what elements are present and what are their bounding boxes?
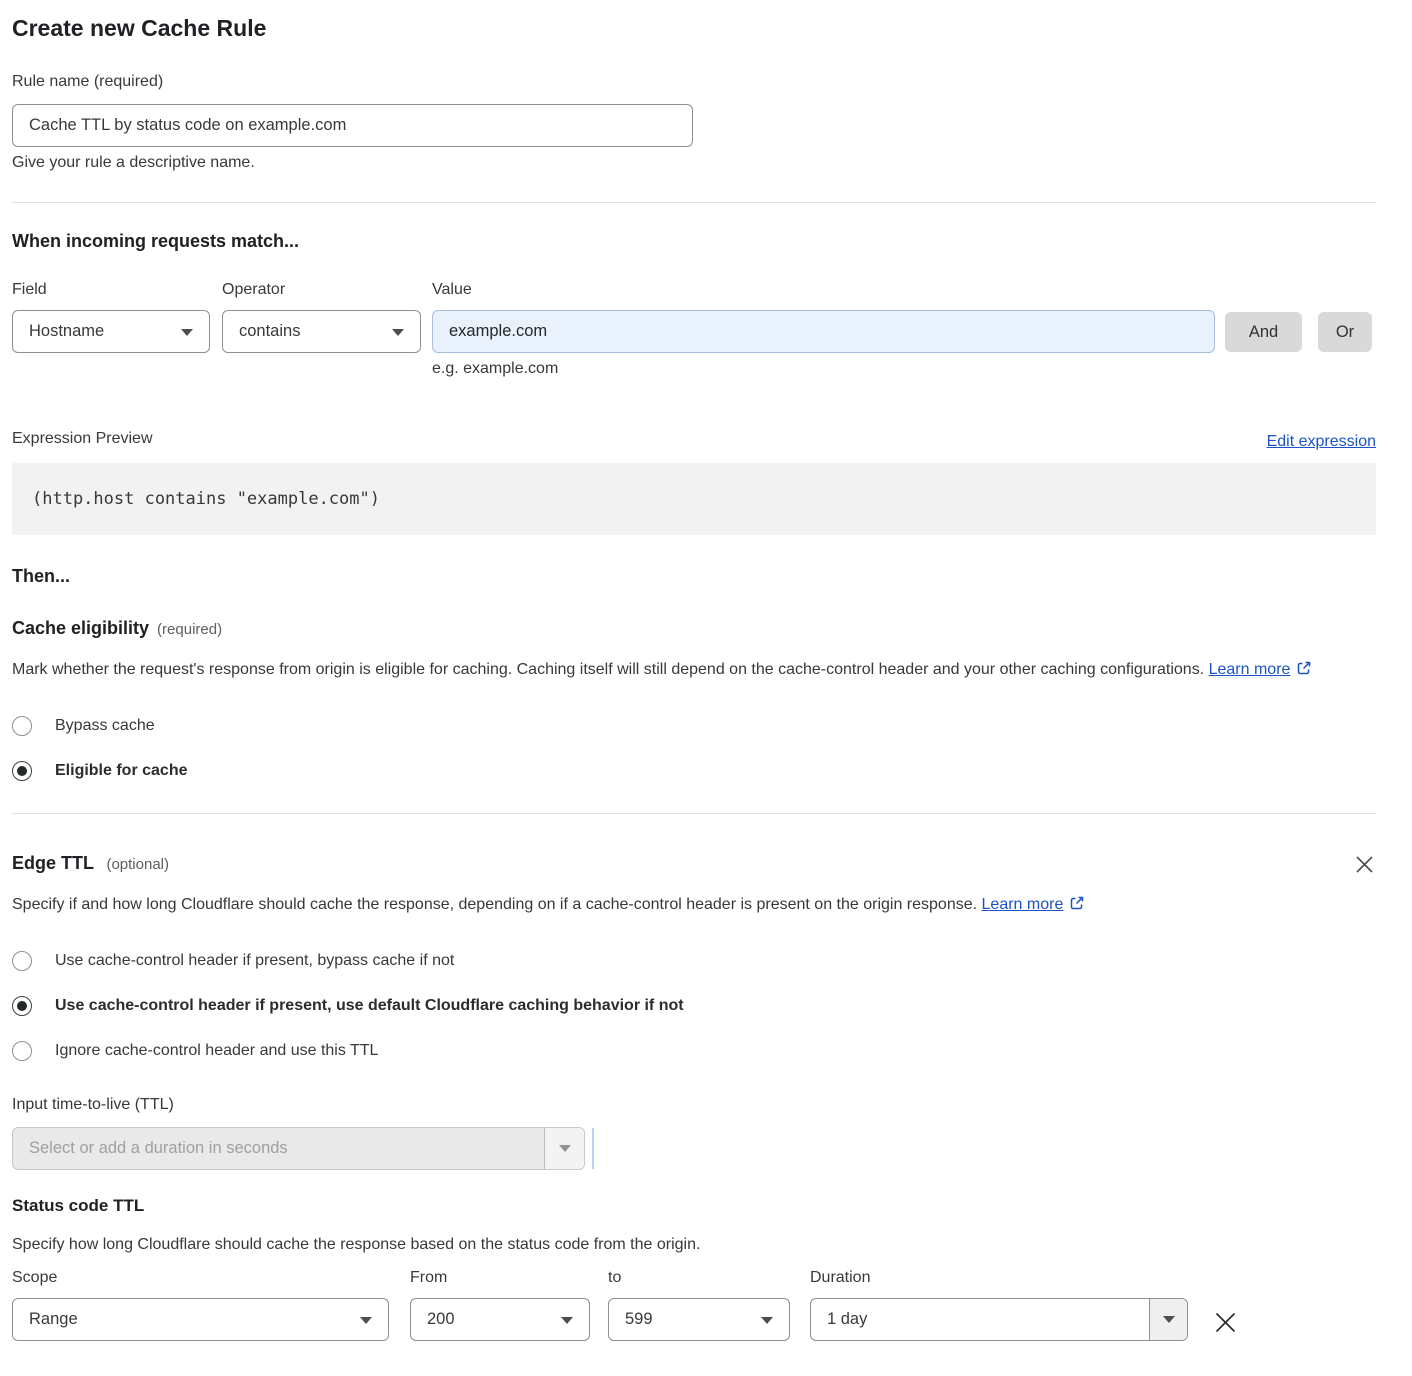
field-select-value: Hostname — [29, 322, 104, 341]
ttl-duration-placeholder: Select or add a duration in seconds — [13, 1128, 544, 1169]
field-select[interactable]: Hostname — [12, 310, 210, 353]
chevron-down-icon[interactable] — [544, 1128, 584, 1169]
radio-icon — [12, 761, 32, 781]
edge-ttl-qualifier: (optional) — [106, 856, 169, 873]
radio-icon — [12, 716, 32, 736]
chevron-down-icon — [360, 1317, 372, 1324]
or-button[interactable]: Or — [1318, 312, 1372, 352]
scope-select-value: Range — [29, 1310, 78, 1329]
chevron-down-icon — [761, 1317, 773, 1324]
cache-eligibility-qualifier: (required) — [157, 621, 222, 638]
from-select-value: 200 — [427, 1310, 455, 1329]
edge-ttl-description: Specify if and how long Cloudflare shoul… — [12, 891, 1117, 921]
status-code-ttl-row: Scope Range From 200 to 599 Duration 1 d… — [12, 1265, 1376, 1341]
radio-label: Use cache-control header if present, use… — [55, 997, 684, 1015]
status-code-ttl-description: Specify how long Cloudflare should cache… — [12, 1236, 1376, 1254]
ttl-input-label: Input time-to-live (TTL) — [12, 1092, 1376, 1117]
radio-label: Use cache-control header if present, byp… — [55, 952, 454, 970]
external-link-icon — [1296, 658, 1312, 686]
value-input[interactable] — [432, 310, 1215, 353]
expression-code-block: (http.host contains "example.com") — [12, 463, 1376, 535]
radio-icon — [12, 951, 32, 971]
radio-label: Eligible for cache — [55, 762, 187, 780]
expression-preview-label: Expression Preview — [12, 426, 153, 451]
scope-label: Scope — [12, 1265, 389, 1290]
external-link-icon — [1069, 893, 1085, 921]
then-heading: Then... — [12, 564, 1376, 588]
rule-name-input[interactable] — [12, 104, 693, 147]
from-label: From — [410, 1265, 590, 1290]
edge-ttl-description-text: Specify if and how long Cloudflare shoul… — [12, 896, 977, 913]
cache-eligibility-description: Mark whether the request's response from… — [12, 656, 1357, 686]
operator-select-value: contains — [239, 322, 300, 341]
cache-eligibility-learn-more-link[interactable]: Learn more — [1209, 661, 1291, 678]
radio-icon — [12, 1041, 32, 1061]
close-icon — [1355, 862, 1374, 877]
edge-ttl-close-button[interactable] — [1353, 853, 1376, 879]
to-select[interactable]: 599 — [608, 1298, 790, 1341]
chevron-down-icon — [392, 329, 404, 336]
radio-label: Ignore cache-control header and use this… — [55, 1042, 378, 1060]
focus-edge-artifact — [592, 1128, 594, 1169]
value-label: Value — [432, 277, 1215, 302]
to-select-value: 599 — [625, 1310, 653, 1329]
divider — [12, 202, 1376, 203]
rule-name-help: Give your rule a descriptive name. — [12, 154, 1376, 172]
radio-ignore-cache-control[interactable]: Ignore cache-control header and use this… — [12, 1041, 1376, 1061]
scope-select[interactable]: Range — [12, 1298, 389, 1341]
chevron-down-icon — [561, 1317, 573, 1324]
rule-name-label: Rule name (required) — [12, 73, 163, 90]
chevron-down-icon — [181, 329, 193, 336]
to-label: to — [608, 1265, 790, 1290]
cache-eligibility-description-text: Mark whether the request's response from… — [12, 661, 1204, 678]
edge-ttl-learn-more-link[interactable]: Learn more — [982, 896, 1064, 913]
match-condition-row: Field Hostname Operator contains Value e… — [12, 277, 1376, 378]
edit-expression-link[interactable]: Edit expression — [1267, 433, 1376, 451]
duration-select-value: 1 day — [811, 1299, 1149, 1340]
page-title: Create new Cache Rule — [12, 14, 1376, 42]
radio-icon — [12, 996, 32, 1016]
value-help: e.g. example.com — [432, 360, 1215, 378]
ttl-duration-select[interactable]: Select or add a duration in seconds — [12, 1127, 585, 1170]
from-select[interactable]: 200 — [410, 1298, 590, 1341]
status-code-ttl-heading: Status code TTL — [12, 1196, 1376, 1216]
radio-use-cache-control-bypass[interactable]: Use cache-control header if present, byp… — [12, 951, 1376, 971]
edge-ttl-heading: Edge TTL — [12, 853, 94, 873]
and-button[interactable]: And — [1225, 312, 1302, 352]
radio-eligible-for-cache[interactable]: Eligible for cache — [12, 761, 1376, 781]
duration-label: Duration — [810, 1265, 1188, 1290]
match-heading: When incoming requests match... — [12, 229, 1376, 253]
expression-code: (http.host contains "example.com") — [32, 489, 380, 509]
field-label: Field — [12, 277, 210, 302]
cache-eligibility-heading: Cache eligibility — [12, 616, 149, 640]
chevron-down-icon[interactable] — [1149, 1299, 1187, 1340]
radio-bypass-cache[interactable]: Bypass cache — [12, 716, 1376, 736]
remove-status-ttl-row-button[interactable] — [1212, 1309, 1239, 1339]
operator-select[interactable]: contains — [222, 310, 421, 353]
radio-label: Bypass cache — [55, 717, 155, 735]
create-cache-rule-form: Create new Cache Rule Rule name (require… — [0, 0, 1412, 1341]
divider — [12, 813, 1376, 814]
radio-use-cache-control-default[interactable]: Use cache-control header if present, use… — [12, 996, 1376, 1016]
close-icon — [1214, 1322, 1237, 1337]
duration-select[interactable]: 1 day — [810, 1298, 1188, 1341]
operator-label: Operator — [222, 277, 421, 302]
